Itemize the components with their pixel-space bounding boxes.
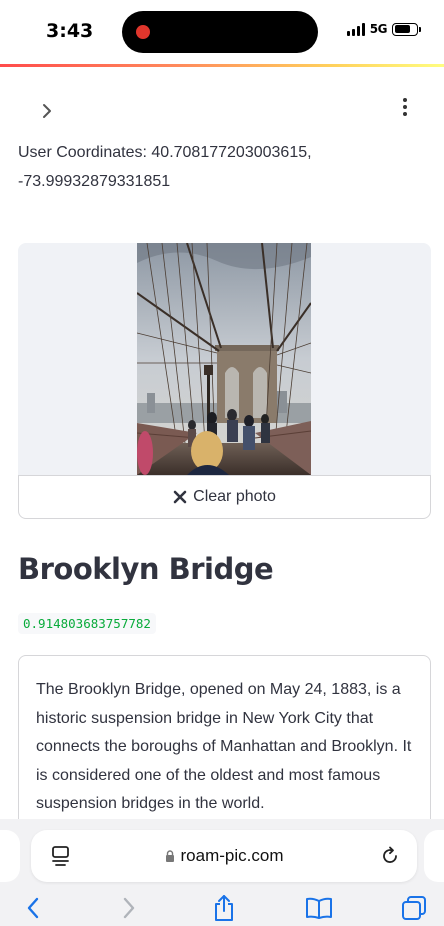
- share-button[interactable]: [209, 893, 239, 923]
- place-description-card: The Brooklyn Bridge, opened on May 24, 1…: [18, 655, 431, 835]
- bookmarks-icon: [306, 897, 332, 919]
- next-tab-peek[interactable]: [424, 830, 444, 882]
- back-button[interactable]: [18, 893, 48, 923]
- forward-button[interactable]: [114, 893, 144, 923]
- recording-indicator-icon: [136, 25, 150, 39]
- previous-tab-peek[interactable]: [0, 830, 20, 882]
- dynamic-island: [122, 11, 318, 53]
- user-coordinates: User Coordinates: 40.708177203003615, -7…: [18, 144, 312, 190]
- place-description: The Brooklyn Bridge, opened on May 24, 1…: [36, 681, 412, 812]
- clear-photo-label: Clear photo: [193, 488, 276, 505]
- app-header-decoration: [0, 64, 444, 67]
- reload-icon[interactable]: [379, 845, 401, 867]
- share-icon: [215, 895, 233, 921]
- main-menu-button[interactable]: [395, 96, 415, 118]
- uploaded-photo: [137, 243, 311, 475]
- address-bar[interactable]: roam-pic.com: [31, 830, 417, 882]
- lock-icon: [165, 850, 174, 862]
- status-time: 3:43: [46, 20, 94, 42]
- network-type: 5G: [369, 22, 388, 36]
- url-text: roam-pic.com: [180, 846, 284, 865]
- clear-photo-button[interactable]: Clear photo: [18, 475, 431, 519]
- bookmarks-button[interactable]: [304, 893, 334, 923]
- place-title: Brooklyn Bridge: [18, 552, 274, 586]
- photo-preview: [18, 243, 431, 475]
- status-indicators: 5G: [346, 22, 421, 36]
- more-vertical-icon: [403, 98, 407, 102]
- cellular-signal-icon: [346, 22, 365, 36]
- confidence-score: 0.914803683757782: [18, 613, 156, 634]
- browser-toolbar: roam-pic.com: [0, 819, 444, 926]
- battery-icon: [392, 22, 421, 36]
- chevron-right-icon: [43, 104, 51, 118]
- sidebar-toggle-button[interactable]: [36, 100, 58, 122]
- close-icon: [173, 490, 187, 504]
- forward-icon: [123, 897, 135, 919]
- browser-nav-row: [0, 891, 444, 925]
- tabs-icon: [402, 896, 426, 920]
- url-display[interactable]: roam-pic.com: [31, 846, 417, 866]
- tabs-button[interactable]: [399, 893, 429, 923]
- back-icon: [27, 897, 39, 919]
- status-bar: 3:43 5G: [0, 0, 444, 64]
